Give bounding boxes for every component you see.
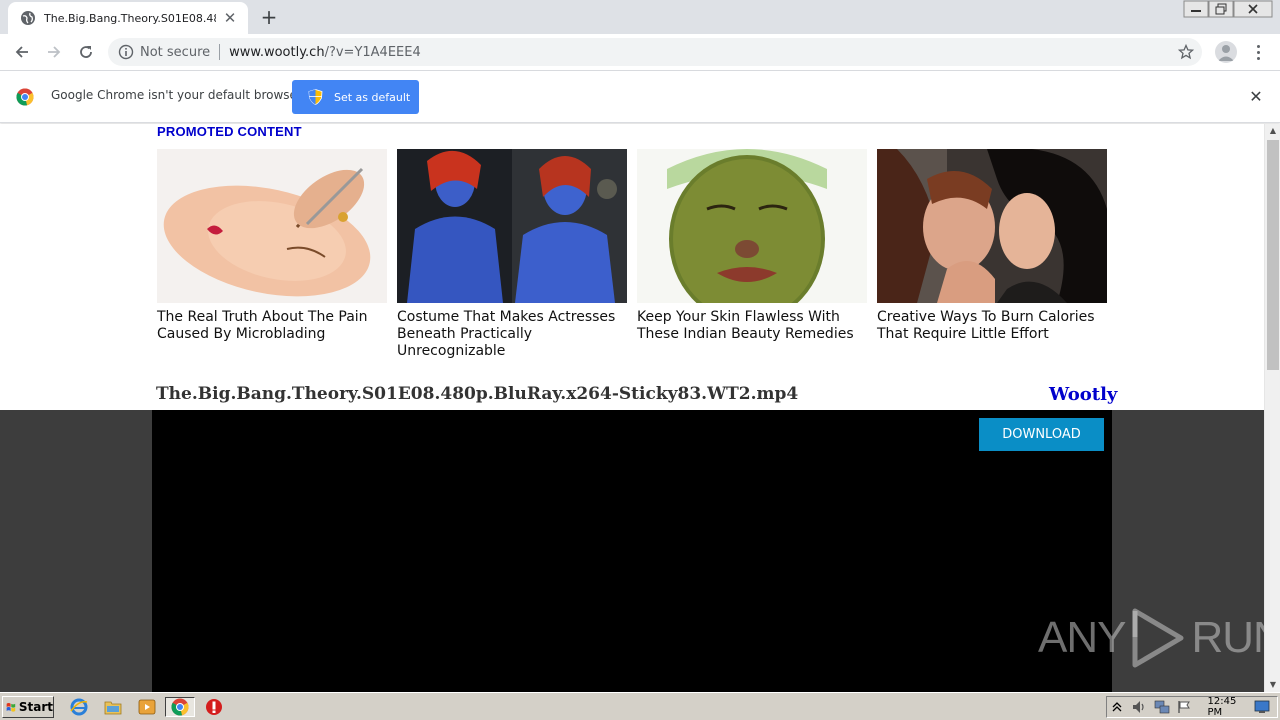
watermark-text-left: ANY xyxy=(1038,613,1126,662)
promo-title[interactable]: Costume That Makes Actresses Beneath Pra… xyxy=(397,309,627,360)
arrow-left-icon xyxy=(15,46,28,58)
url-host: www.wootly.ch xyxy=(229,44,325,60)
promo-image-couple[interactable] xyxy=(877,149,1107,303)
browser-tab[interactable]: The.Big.Bang.Theory.S01E08.480p. ✕ xyxy=(8,2,248,34)
anyrun-watermark: ANY RUN xyxy=(1038,607,1264,669)
infobar-message: Google Chrome isn't your default browser xyxy=(51,88,302,102)
promo-card[interactable]: Costume That Makes Actresses Beneath Pra… xyxy=(397,149,627,360)
site-brand-link[interactable]: Wootly xyxy=(1049,384,1117,405)
scroll-down-arrow-icon[interactable]: ▼ xyxy=(1265,678,1280,692)
browser-toolbar: Not secure www.wootly.ch/?v=Y1A4EEE4 xyxy=(0,34,1280,71)
chrome-logo-icon xyxy=(16,88,34,106)
internet-explorer-icon[interactable] xyxy=(68,697,90,717)
tab-title: The.Big.Bang.Theory.S01E08.480p. xyxy=(44,11,216,25)
profile-avatar[interactable] xyxy=(1215,41,1237,63)
network-icon[interactable] xyxy=(1154,699,1170,715)
promo-title[interactable]: Keep Your Skin Flawless With These India… xyxy=(637,309,867,343)
scroll-up-arrow-icon[interactable]: ▲ xyxy=(1265,124,1280,138)
infobar-close-icon[interactable]: ✕ xyxy=(1248,89,1264,105)
set-as-default-button[interactable]: Set as default xyxy=(292,80,419,114)
minimize-button[interactable] xyxy=(1183,0,1209,18)
reload-button[interactable] xyxy=(73,39,99,65)
system-tray: 12:45 PM xyxy=(1106,696,1278,718)
play-logo-icon xyxy=(1132,608,1184,668)
start-label: Start xyxy=(18,700,53,714)
star-icon[interactable] xyxy=(1178,44,1194,60)
tab-close-icon[interactable]: ✕ xyxy=(222,10,238,26)
security-label: Not secure xyxy=(140,44,211,60)
windows-taskbar: Start 12:45 PM xyxy=(0,692,1280,720)
set-as-default-label: Set as default xyxy=(334,90,411,104)
promo-title[interactable]: The Real Truth About The Pain Caused By … xyxy=(157,309,387,343)
start-button[interactable]: Start xyxy=(2,696,54,718)
url-path: /?v=Y1A4EEE4 xyxy=(324,44,421,60)
promoted-content-heading: PROMOTED CONTENT xyxy=(157,124,302,139)
promo-card[interactable]: The Real Truth About The Pain Caused By … xyxy=(157,149,387,343)
restore-button[interactable] xyxy=(1208,0,1234,18)
video-title: The.Big.Bang.Theory.S01E08.480p.BluRay.x… xyxy=(156,384,799,404)
forward-button[interactable] xyxy=(41,39,67,65)
chrome-taskbar-icon[interactable] xyxy=(165,697,195,717)
tab-strip: The.Big.Bang.Theory.S01E08.480p. ✕ + xyxy=(0,0,1280,34)
action-center-flag-icon[interactable] xyxy=(1177,699,1191,715)
default-browser-infobar: Google Chrome isn't your default browser… xyxy=(0,71,1280,123)
reload-icon xyxy=(80,46,92,58)
new-tab-button[interactable]: + xyxy=(258,6,280,28)
video-player[interactable] xyxy=(152,410,1112,692)
volume-icon[interactable] xyxy=(1131,699,1147,715)
url-text[interactable]: www.wootly.ch/?v=Y1A4EEE4 xyxy=(229,45,421,60)
promo-card[interactable]: Creative Ways To Burn Calories That Requ… xyxy=(877,149,1107,343)
shield-icon xyxy=(308,89,323,105)
person-icon xyxy=(1218,45,1234,61)
address-bar[interactable]: Not secure www.wootly.ch/?v=Y1A4EEE4 xyxy=(108,38,1202,66)
show-desktop-icon[interactable] xyxy=(1254,699,1270,715)
page-scrollbar[interactable]: ▲ ▼ xyxy=(1264,124,1280,692)
clock[interactable]: 12:45 PM xyxy=(1208,696,1244,718)
browser-menu-button[interactable] xyxy=(1250,42,1266,62)
windows-flag-icon xyxy=(6,703,16,712)
promo-card[interactable]: Keep Your Skin Flawless With These India… xyxy=(637,149,867,343)
omnibox-divider xyxy=(219,44,221,60)
download-button[interactable]: DOWNLOAD xyxy=(979,418,1104,451)
page-viewport: PROMOTED CONTENT The Real Truth About Th… xyxy=(0,124,1264,692)
tray-expand-icon[interactable] xyxy=(1111,699,1124,715)
media-player-icon[interactable] xyxy=(136,697,158,717)
watermark-text-right: RUN xyxy=(1191,613,1264,662)
stop-sign-icon[interactable] xyxy=(203,697,225,717)
file-explorer-icon[interactable] xyxy=(102,697,124,717)
promo-image-face-mask[interactable] xyxy=(637,149,867,303)
close-window-button[interactable] xyxy=(1233,0,1273,18)
scroll-thumb[interactable] xyxy=(1267,140,1279,370)
promo-image-costume[interactable] xyxy=(397,149,627,303)
info-icon[interactable] xyxy=(118,44,134,60)
promo-image-microblading[interactable] xyxy=(157,149,387,303)
promo-title[interactable]: Creative Ways To Burn Calories That Requ… xyxy=(877,309,1107,343)
back-button[interactable] xyxy=(9,39,35,65)
arrow-right-icon xyxy=(48,46,61,58)
globe-icon xyxy=(21,11,35,25)
